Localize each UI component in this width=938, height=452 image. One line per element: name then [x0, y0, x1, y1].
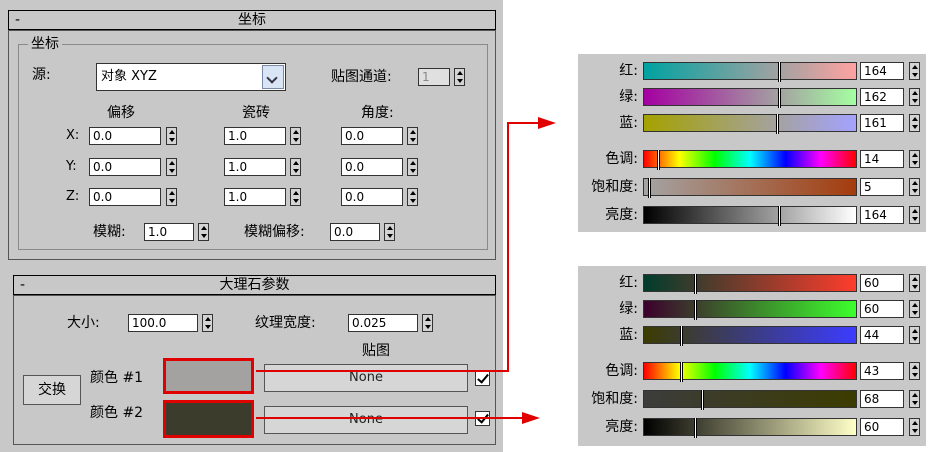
connector-line-color1 — [256, 122, 540, 372]
arrow-head-1 — [538, 117, 556, 129]
arrow-head-2 — [522, 412, 540, 424]
connector-arrows — [256, 117, 556, 424]
